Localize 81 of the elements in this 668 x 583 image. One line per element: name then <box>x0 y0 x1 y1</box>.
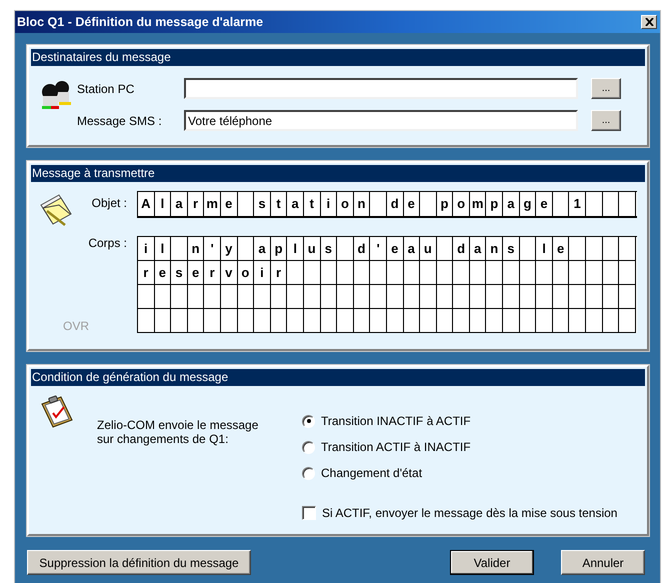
char-cell[interactable]: 1 <box>569 192 586 216</box>
description-text: Zelio-COM envoie le message sur changements de Q1: <box>97 418 260 448</box>
char-cell[interactable]: e <box>536 192 553 216</box>
char-cell[interactable]: a <box>503 192 520 216</box>
radio-option[interactable]: Transition INACTIF à ACTIF <box>302 414 618 428</box>
panel-header: Condition de génération du message <box>31 369 645 386</box>
char-cell[interactable] <box>619 309 636 333</box>
char-cell[interactable] <box>320 309 338 333</box>
dialog-button[interactable]: Suppression la définition du message <box>27 550 251 575</box>
char-cell[interactable]: n <box>354 192 370 216</box>
input-field[interactable] <box>184 78 578 99</box>
char-cell[interactable]: l <box>154 192 172 216</box>
char-cell[interactable]: p <box>486 192 504 216</box>
char-cell[interactable] <box>436 309 454 333</box>
char-cell[interactable] <box>220 309 238 333</box>
char-cell[interactable] <box>586 309 603 333</box>
char-cell[interactable] <box>370 309 387 333</box>
char-cell[interactable] <box>154 309 172 333</box>
char-cell[interactable]: a <box>171 192 188 216</box>
char-cell[interactable] <box>453 309 470 333</box>
dialog-button[interactable]: Valider <box>450 550 534 575</box>
clipboard-icon <box>39 394 75 430</box>
char-cell[interactable] <box>188 309 204 333</box>
char-cell[interactable]: e <box>220 192 238 216</box>
char-cell[interactable] <box>171 309 188 333</box>
radio-button[interactable] <box>302 440 315 454</box>
char-cell[interactable] <box>287 309 304 333</box>
radio-option[interactable]: Transition ACTIF à INACTIF <box>302 440 618 454</box>
char-cell[interactable] <box>569 309 586 333</box>
char-cell[interactable]: s <box>254 192 271 216</box>
char-cell[interactable] <box>238 309 254 333</box>
body-label: Corps : <box>87 236 128 250</box>
char-cell[interactable] <box>536 309 553 333</box>
panel-header: Destinataires du message <box>31 49 645 66</box>
char-cell[interactable] <box>204 309 221 333</box>
char-cell[interactable] <box>520 309 536 333</box>
mode-indicator: OVR <box>62 319 87 333</box>
char-cell[interactable] <box>420 309 437 333</box>
char-cell[interactable] <box>304 309 321 333</box>
panel-header: Message à transmettre <box>31 165 645 182</box>
char-cell[interactable] <box>503 309 520 333</box>
close-icon <box>644 18 654 26</box>
char-cell[interactable]: m <box>204 192 221 216</box>
char-cell[interactable] <box>404 309 420 333</box>
dialog-button[interactable]: Annuler <box>561 550 645 575</box>
char-cell[interactable] <box>354 309 370 333</box>
radio-button[interactable] <box>302 466 315 480</box>
char-cell[interactable] <box>254 309 271 333</box>
char-cell[interactable] <box>602 309 620 333</box>
char-cell[interactable]: m <box>470 192 486 216</box>
char-cell[interactable] <box>386 309 404 333</box>
char-cell[interactable]: i <box>320 192 338 216</box>
char-cell[interactable]: d <box>386 192 404 216</box>
char-cell[interactable] <box>337 309 354 333</box>
radio-button[interactable] <box>302 414 315 428</box>
subject-label: Objet : <box>90 196 128 210</box>
field-label: Station PC <box>77 82 136 96</box>
browse-button[interactable]: ... <box>591 110 621 131</box>
char-cell[interactable]: t <box>304 192 321 216</box>
char-cell[interactable] <box>552 309 570 333</box>
char-cell[interactable] <box>486 309 504 333</box>
char-cell[interactable]: r <box>188 192 204 216</box>
input-field[interactable]: Votre téléphone <box>184 110 578 131</box>
char-cell[interactable]: A <box>138 192 155 216</box>
char-cell[interactable]: g <box>520 192 536 216</box>
radio-option[interactable]: Changement d'état <box>302 466 618 480</box>
char-cell[interactable]: o <box>453 192 470 216</box>
browse-button[interactable]: ... <box>591 78 621 99</box>
char-cell[interactable]: o <box>337 192 354 216</box>
char-cell[interactable] <box>470 309 486 333</box>
close-button[interactable] <box>641 15 657 29</box>
char-cell[interactable]: p <box>436 192 454 216</box>
char-cell[interactable]: a <box>287 192 304 216</box>
char-cell[interactable] <box>270 309 288 333</box>
window-title: Bloc Q1 - Définition du message d'alarme <box>17 15 264 29</box>
char-cell[interactable]: t <box>270 192 288 216</box>
field-label: Message SMS : <box>77 114 163 128</box>
checkbox[interactable] <box>302 506 316 520</box>
char-cell[interactable] <box>138 309 155 333</box>
char-cell[interactable]: e <box>404 192 420 216</box>
checkbox-option[interactable]: Si ACTIF, envoyer le message dès la mise sous tension <box>302 506 618 520</box>
